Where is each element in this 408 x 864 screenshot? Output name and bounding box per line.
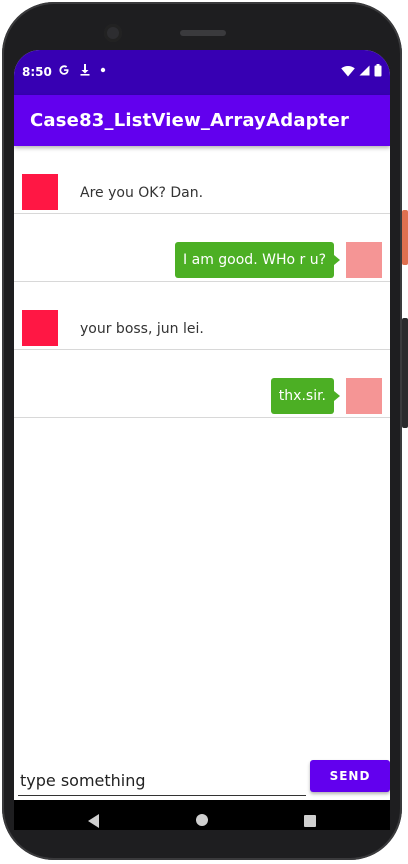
sender-avatar bbox=[22, 310, 58, 346]
list-item[interactable]: thx.sir. bbox=[14, 350, 390, 418]
message-input[interactable] bbox=[18, 766, 306, 796]
recents-icon[interactable] bbox=[304, 815, 316, 827]
list-item[interactable]: I am good. WHo r u? bbox=[14, 214, 390, 282]
message-list[interactable]: Are you OK? Dan. I am good. WHo r u? you… bbox=[14, 146, 390, 418]
side-accent-button bbox=[402, 210, 408, 265]
status-bar: 8:50 bbox=[14, 50, 390, 95]
composer: SEND bbox=[14, 756, 390, 806]
back-icon[interactable] bbox=[88, 814, 99, 828]
status-system-icons bbox=[341, 64, 382, 77]
earpiece-speaker bbox=[180, 30, 226, 36]
dot-icon bbox=[100, 67, 106, 72]
battery-icon bbox=[374, 64, 382, 77]
message-bubble: I am good. WHo r u? bbox=[175, 242, 340, 278]
list-item[interactable]: Are you OK? Dan. bbox=[14, 146, 390, 214]
phone-frame: 8:50 Case83_ListView_ArrayAdapter Are yo… bbox=[0, 0, 408, 864]
list-item[interactable]: your boss, jun lei. bbox=[14, 282, 390, 350]
self-avatar bbox=[346, 378, 382, 414]
signal-icon bbox=[359, 65, 370, 76]
status-notification-icons bbox=[58, 63, 106, 76]
home-icon[interactable] bbox=[196, 814, 208, 826]
navigation-bar bbox=[14, 800, 390, 830]
screen: 8:50 Case83_ListView_ArrayAdapter Are yo… bbox=[14, 50, 390, 830]
app-bar: Case83_ListView_ArrayAdapter bbox=[14, 95, 390, 146]
front-camera bbox=[104, 24, 122, 42]
side-volume-button bbox=[402, 318, 408, 428]
send-button[interactable]: SEND bbox=[310, 760, 390, 792]
wifi-icon bbox=[341, 65, 355, 76]
sender-avatar bbox=[22, 174, 58, 210]
self-avatar bbox=[346, 242, 382, 278]
message-text: your boss, jun lei. bbox=[80, 321, 204, 337]
google-g-icon bbox=[59, 64, 69, 75]
app-title: Case83_ListView_ArrayAdapter bbox=[30, 110, 350, 131]
message-bubble: thx.sir. bbox=[270, 378, 341, 414]
download-icon bbox=[80, 64, 90, 76]
message-text: Are you OK? Dan. bbox=[80, 185, 204, 201]
status-time: 8:50 bbox=[22, 65, 52, 79]
